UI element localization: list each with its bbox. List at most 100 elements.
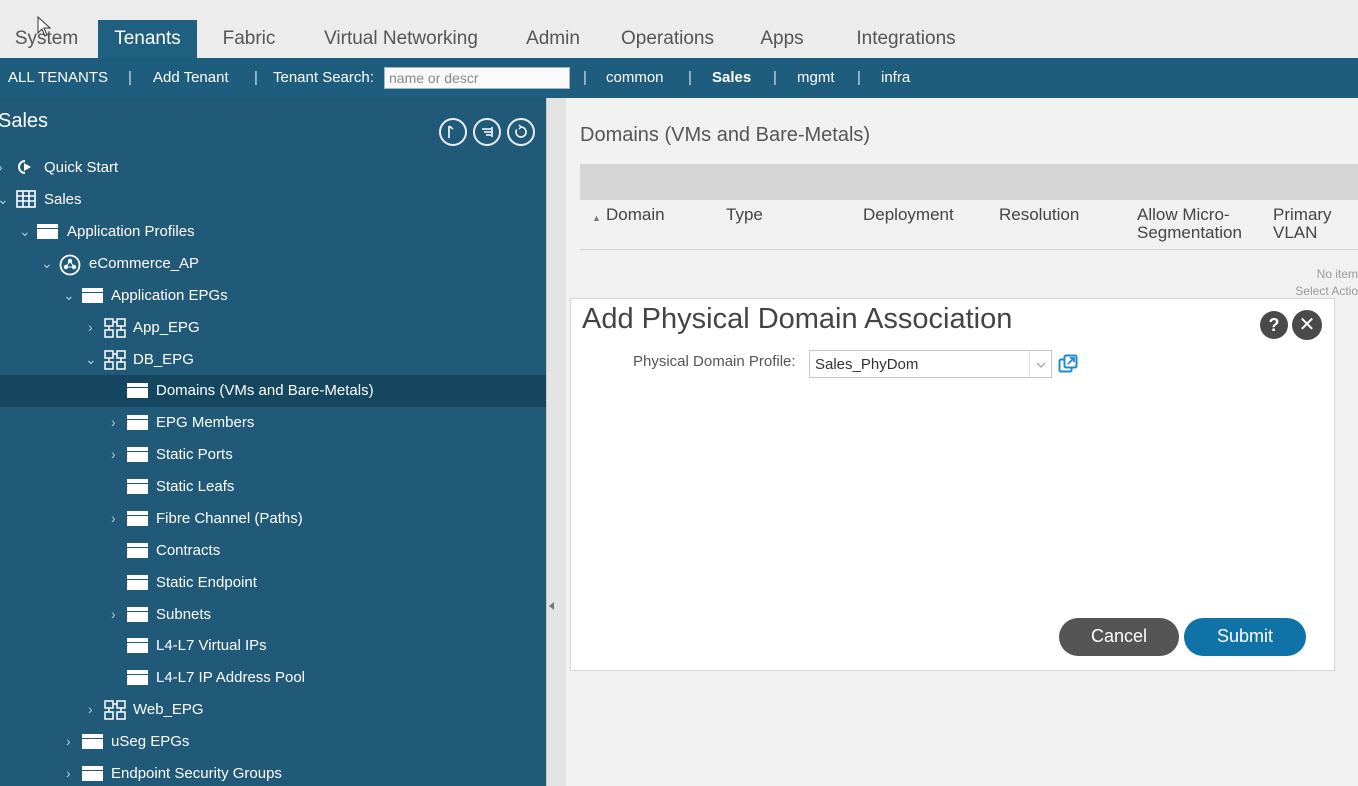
tree-item-label: Domains (VMs and Bare-Metals) xyxy=(156,382,374,399)
tree-item-epg-members[interactable]: › EPG Members xyxy=(0,407,546,439)
tree-item-contracts[interactable]: Contracts xyxy=(0,535,546,567)
tab-integrations[interactable]: Integrations xyxy=(845,20,967,58)
column-label-line: VLAN xyxy=(1273,223,1318,242)
tab-admin[interactable]: Admin xyxy=(516,20,590,58)
refresh-icon[interactable] xyxy=(507,118,535,146)
tree-item-label: Quick Start xyxy=(44,159,119,176)
help-icon[interactable]: ? xyxy=(1260,311,1288,339)
chevron-right-icon[interactable]: › xyxy=(111,415,123,429)
tenant-link-sales[interactable]: Sales xyxy=(712,58,751,98)
tree-item-application-epgs[interactable]: ⌄ Application EPGs xyxy=(0,280,546,312)
column-domain[interactable]: Domain xyxy=(606,206,665,224)
tenant-link-common[interactable]: common xyxy=(606,58,664,98)
chevron-down-icon[interactable]: ⌄ xyxy=(0,192,9,206)
separator: | xyxy=(688,69,692,86)
separator: | xyxy=(128,69,132,86)
tree-item-domains[interactable]: Domains (VMs and Bare-Metals) xyxy=(0,375,546,407)
chevron-down-icon[interactable]: ⌄ xyxy=(85,352,97,366)
tree-item-label: Application Profiles xyxy=(67,223,195,240)
tree-item-quick-start[interactable]: › Quick Start xyxy=(0,152,546,184)
collapse-tree-icon[interactable] xyxy=(439,118,467,146)
column-resolution[interactable]: Resolution xyxy=(999,206,1079,224)
physical-domain-profile-label: Physical Domain Profile: xyxy=(633,353,796,370)
epg-icon xyxy=(104,318,126,338)
tree-item-label: Static Leafs xyxy=(156,478,235,495)
chevron-right-icon[interactable]: › xyxy=(66,766,78,780)
close-icon[interactable]: ✕ xyxy=(1292,310,1322,340)
chevron-right-icon[interactable]: › xyxy=(111,447,123,461)
tenant-link-infra[interactable]: infra xyxy=(881,58,910,98)
column-deployment[interactable]: Deployment xyxy=(863,206,954,224)
tab-virtual-networking[interactable]: Virtual Networking xyxy=(311,20,491,58)
tree-item-l4l7-virtual-ips[interactable]: L4-L7 Virtual IPs xyxy=(0,630,546,662)
mouse-cursor-icon xyxy=(37,16,52,37)
tenant-link-mgmt[interactable]: mgmt xyxy=(797,58,835,98)
physical-domain-profile-select[interactable]: Sales_PhyDom xyxy=(809,350,1052,378)
all-tenants-link[interactable]: ALL TENANTS xyxy=(8,58,108,98)
folder-icon xyxy=(82,766,104,784)
column-primary-vlan[interactable]: Primary VLAN xyxy=(1273,206,1332,242)
tree-item-endpoint-security-groups[interactable]: › Endpoint Security Groups xyxy=(0,758,546,786)
tree-item-web-epg[interactable]: › Web_EPG xyxy=(0,694,546,726)
chevron-right-icon[interactable]: › xyxy=(88,702,100,716)
tree-item-static-leafs[interactable]: Static Leafs xyxy=(0,471,546,503)
column-type[interactable]: Type xyxy=(726,206,763,224)
chevron-down-icon[interactable]: ⌄ xyxy=(41,256,53,270)
tree-item-ecommerce-ap[interactable]: ⌄ eCommerce_AP xyxy=(0,248,546,280)
folder-icon xyxy=(127,543,149,561)
tree-item-label: Static Endpoint xyxy=(156,574,257,591)
tenant-search-input[interactable] xyxy=(384,67,570,89)
navigation-sidebar: Sales › Quick Start ⌄ Sales ⌄ Applicatio… xyxy=(0,98,546,786)
separator: | xyxy=(254,69,258,86)
chevron-right-icon[interactable]: › xyxy=(111,511,123,525)
collapse-arrow-icon[interactable] xyxy=(549,602,555,610)
tab-apps[interactable]: Apps xyxy=(749,20,815,58)
tree-item-sales[interactable]: ⌄ Sales xyxy=(0,184,546,216)
column-label-line: Primary xyxy=(1273,205,1332,224)
tenant-subnav: ALL TENANTS | Add Tenant | Tenant Search… xyxy=(0,58,1358,98)
tree-item-label: DB_EPG xyxy=(133,351,194,368)
epg-icon xyxy=(104,700,126,720)
chevron-right-icon[interactable]: › xyxy=(66,734,78,748)
open-external-icon[interactable] xyxy=(1058,354,1078,374)
tab-tenants[interactable]: Tenants xyxy=(98,20,197,58)
chevron-down-icon[interactable]: ⌄ xyxy=(63,288,75,302)
quick-start-icon xyxy=(15,158,37,176)
folder-icon xyxy=(37,224,59,242)
folder-icon xyxy=(127,415,149,433)
separator: | xyxy=(583,69,587,86)
tree-item-app-epg[interactable]: › App_EPG xyxy=(0,312,546,344)
tree-item-application-profiles[interactable]: ⌄ Application Profiles xyxy=(0,216,546,248)
chevron-right-icon[interactable]: › xyxy=(88,320,100,334)
chevron-right-icon[interactable]: › xyxy=(111,607,123,621)
tree-item-label: EPG Members xyxy=(156,414,255,431)
chevron-right-icon[interactable]: › xyxy=(0,160,10,174)
folder-icon xyxy=(127,511,149,529)
add-tenant-link[interactable]: Add Tenant xyxy=(153,58,229,98)
sidebar-title: Sales xyxy=(0,110,49,132)
tab-operations[interactable]: Operations xyxy=(610,20,725,58)
select-value: Sales_PhyDom xyxy=(815,356,919,373)
tree-item-subnets[interactable]: › Subnets xyxy=(0,599,546,631)
tree-item-useg-epgs[interactable]: › uSeg EPGs xyxy=(0,726,546,758)
submit-button[interactable]: Submit xyxy=(1184,618,1306,656)
chevron-down-icon[interactable] xyxy=(1029,351,1051,377)
sort-asc-icon[interactable]: ▲ xyxy=(592,209,601,227)
chevron-down-icon[interactable]: ⌄ xyxy=(19,224,31,238)
tree-item-fibre-channel[interactable]: › Fibre Channel (Paths) xyxy=(0,503,546,535)
tree-item-db-epg[interactable]: ⌄ DB_EPG xyxy=(0,344,546,376)
tree-item-label: Contracts xyxy=(156,542,221,559)
tree-item-static-ports[interactable]: › Static Ports xyxy=(0,439,546,471)
filter-list-icon[interactable] xyxy=(473,118,501,146)
tree-item-static-endpoint[interactable]: Static Endpoint xyxy=(0,567,546,599)
pane-splitter[interactable] xyxy=(546,98,566,786)
top-nav: System Tenants Fabric Virtual Networking… xyxy=(0,0,1358,58)
tree-item-label: Subnets xyxy=(156,606,212,623)
folder-icon xyxy=(127,383,149,401)
tree-item-label: Endpoint Security Groups xyxy=(111,765,282,782)
tree-item-l4l7-ip-address-pool[interactable]: L4-L7 IP Address Pool xyxy=(0,662,546,694)
tab-fabric[interactable]: Fabric xyxy=(207,20,291,58)
column-allow-micro-segmentation[interactable]: Allow Micro- Segmentation xyxy=(1137,206,1242,242)
tree-item-label: uSeg EPGs xyxy=(111,733,190,750)
cancel-button[interactable]: Cancel xyxy=(1059,618,1179,656)
